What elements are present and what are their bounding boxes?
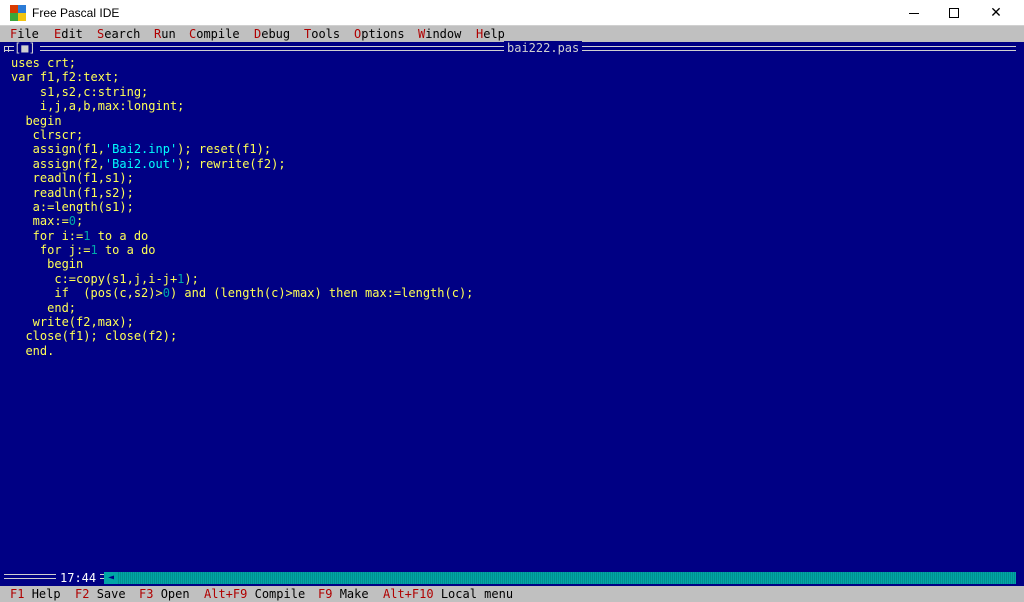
status-bar: F1 Help F2 Save F3 Open Alt+F9 Compile F… [0,586,1024,602]
status-compile[interactable]: Alt+F9 Compile [204,586,305,602]
status-save[interactable]: F2 Save [75,586,126,602]
menu-help[interactable]: Help [476,26,505,42]
code-line[interactable]: s1,s2,c:string; [11,85,1011,99]
editor-filename: bai222.pas [504,41,583,55]
code-line[interactable]: var f1,f2:text; [11,70,1011,84]
code-line[interactable]: if (pos(c,s2)>0) and (length(c)>max) the… [11,286,1011,300]
cursor-position: 17:44 [56,571,101,585]
code-line[interactable]: begin [11,114,1011,128]
menu-window[interactable]: Window [418,26,461,42]
code-line[interactable]: end. [11,344,1011,358]
code-line[interactable]: close(f1); close(f2); [11,329,1011,343]
window-titlebar: Free Pascal IDE ✕ [0,0,1024,26]
minimize-icon [909,12,919,14]
editor-frame-bottom: 17:44 ◄ [0,571,1024,586]
free-pascal-app-icon [10,4,26,21]
code-line[interactable]: uses crt; [11,56,1011,70]
code-line[interactable]: begin [11,257,1011,271]
code-line[interactable]: clrscr; [11,128,1011,142]
code-line[interactable]: for i:=1 to a do [11,229,1011,243]
status-help[interactable]: F1 Help [10,586,61,602]
status-open[interactable]: F3 Open [139,586,190,602]
code-line[interactable]: readln(f1,s2); [11,186,1011,200]
code-line[interactable]: assign(f1,'Bai2.inp'); reset(f1); [11,142,1011,156]
menu-search[interactable]: Search [97,26,140,42]
window-title: Free Pascal IDE [32,5,120,20]
menu-bar: File Edit Search Run Compile Debug Tools… [0,26,1024,42]
code-line[interactable]: a:=length(s1); [11,200,1011,214]
menu-compile[interactable]: Compile [189,26,240,42]
code-line[interactable]: write(f2,max); [11,315,1011,329]
code-line[interactable]: for j:=1 to a do [11,243,1011,257]
editor-frame-top: [■] bai222.pas [0,41,1024,56]
menu-tools[interactable]: Tools [304,26,340,42]
status-make[interactable]: F9 Make [318,586,369,602]
menu-edit[interactable]: Edit [54,26,83,42]
code-line[interactable]: i,j,a,b,max:longint; [11,99,1011,113]
editor-close-box[interactable]: [■] [14,42,40,54]
code-line[interactable]: c:=copy(s1,j,i-j+1); [11,272,1011,286]
menu-file[interactable]: File [10,26,39,42]
maximize-icon [949,8,959,18]
menu-run[interactable]: Run [154,26,176,42]
editor-window[interactable]: [■] bai222.pas uses crt; var f1,f2:text; … [0,41,1024,586]
horizontal-scrollbar[interactable] [104,572,1016,584]
minimize-button[interactable] [894,0,934,26]
maximize-button[interactable] [934,0,974,26]
code-line[interactable]: end; [11,301,1011,315]
code-line[interactable]: max:=0; [11,214,1011,228]
code-line[interactable]: assign(f2,'Bai2.out'); rewrite(f2); [11,157,1011,171]
close-icon: ✕ [990,5,1002,21]
menu-options[interactable]: Options [354,26,405,42]
scroll-left-arrow-icon[interactable]: ◄ [104,572,118,584]
status-local-menu[interactable]: Alt+F10 Local menu [383,586,513,602]
code-line[interactable]: readln(f1,s1); [11,171,1011,185]
code-area[interactable]: uses crt; var f1,f2:text; s1,s2,c:string;… [11,56,1011,358]
menu-debug[interactable]: Debug [254,26,290,42]
close-window-button[interactable]: ✕ [976,0,1016,26]
